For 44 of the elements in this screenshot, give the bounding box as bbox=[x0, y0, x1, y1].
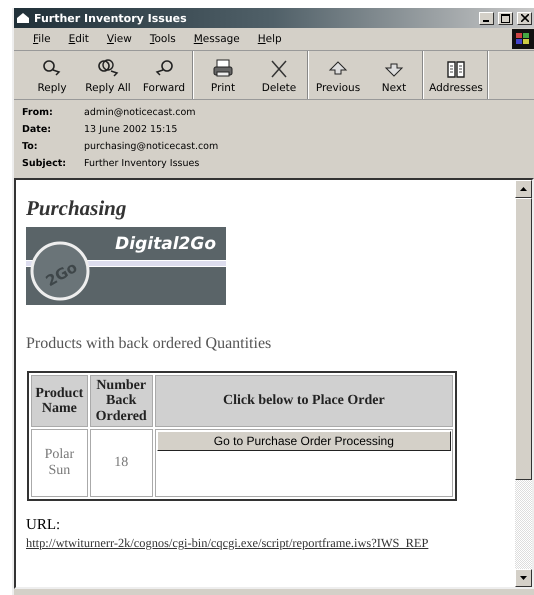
toolbar-button[interactable]: Reply bbox=[24, 51, 80, 99]
toolbar-button[interactable]: Addresses bbox=[425, 51, 487, 99]
toolbar-button[interactable]: Print bbox=[195, 51, 251, 99]
maximize-button[interactable] bbox=[498, 12, 513, 24]
scroll-down-icon bbox=[520, 576, 527, 580]
menu-item[interactable]: Tools bbox=[140, 33, 185, 45]
toolbar-button[interactable]: Delete bbox=[251, 51, 307, 99]
scrollbar[interactable] bbox=[515, 180, 532, 587]
column-header: Number Back Ordered bbox=[90, 375, 153, 428]
close-icon bbox=[520, 14, 528, 22]
header-label: Date: bbox=[22, 123, 52, 136]
menu-item[interactable]: Message bbox=[184, 33, 249, 45]
header-value: purchasing@noticecast.com bbox=[84, 140, 220, 153]
purchase-order-button[interactable]: Go to Purchase Order Processing bbox=[156, 431, 451, 452]
minimize-button[interactable] bbox=[479, 12, 494, 24]
section-title: Products with back ordered Quantities bbox=[26, 335, 272, 353]
url-label: URL: bbox=[26, 517, 62, 534]
scroll-up-icon bbox=[520, 187, 527, 191]
column-header: Product Name bbox=[31, 375, 88, 428]
header-label: From: bbox=[22, 106, 54, 119]
menu-item[interactable]: Help bbox=[248, 33, 291, 45]
reply-all-icon bbox=[96, 56, 120, 78]
close-button[interactable] bbox=[517, 12, 532, 24]
header-label: To: bbox=[22, 140, 39, 153]
table-cell: Polar Sun bbox=[31, 429, 88, 498]
header-value: admin@noticecast.com bbox=[84, 106, 197, 119]
toolbar-button[interactable]: Previous bbox=[310, 51, 366, 99]
header-value: 13 June 2002 15:15 bbox=[84, 123, 178, 136]
window-title: Further Inventory Issues bbox=[34, 12, 188, 24]
column-header: Click below to Place Order bbox=[154, 375, 453, 428]
menu-item[interactable]: View bbox=[98, 33, 141, 45]
maximize-icon bbox=[501, 14, 510, 22]
menu-item[interactable]: File bbox=[24, 33, 60, 45]
table-cell: 18 bbox=[90, 429, 153, 498]
url-link[interactable]: http://wtwiturnerr-2k/cognos/cgi-bin/cqcgi.exe/script/reportframe.iws?IWS_REP bbox=[26, 536, 428, 552]
windows-logo-icon bbox=[512, 29, 534, 49]
printer-icon bbox=[211, 56, 235, 78]
toolbar-button[interactable]: Forward bbox=[136, 51, 192, 99]
menu-item[interactable]: Edit bbox=[60, 33, 98, 45]
message-heading: Purchasing bbox=[26, 196, 128, 221]
toolbar-button[interactable]: Reply All bbox=[80, 51, 136, 99]
toolbar-button[interactable]: Next bbox=[366, 51, 422, 99]
header-label: Subject: bbox=[22, 157, 68, 170]
header-value: Further Inventory Issues bbox=[84, 157, 200, 170]
